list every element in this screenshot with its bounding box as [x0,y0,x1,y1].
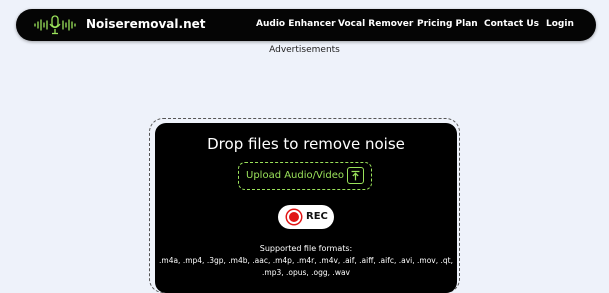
record-button-label: REC [306,211,328,222]
supported-formats-list-line2: .mp3, .opus, .ogg, .wav [262,268,350,277]
brand-name[interactable]: Noiseremoval.net [86,17,206,31]
record-dot-icon [287,210,301,224]
drop-zone-title: Drop files to remove noise [207,135,405,153]
upload-button-label: Upload Audio/Video [246,170,345,181]
top-navbar: Noiseremoval.net Audio Enhancer Vocal Re… [16,9,596,41]
upload-audio-video-button[interactable]: Upload Audio/Video [238,162,372,190]
supported-formats-title: Supported file formats: [259,244,353,253]
nav-contact-us[interactable]: Contact Us [484,19,539,29]
record-button[interactable]: REC [278,205,334,229]
upload-arrow-icon [347,167,364,184]
nav-audio-enhancer[interactable]: Audio Enhancer [256,19,336,29]
advertisements-label: Advertisements [269,45,340,55]
nav-login[interactable]: Login [546,19,574,29]
supported-formats-list-line1: .m4a, .mp4, .3gp, .m4b, .aac, .m4p, .m4r… [159,256,453,265]
microphone-waveform-logo-icon[interactable] [33,15,77,35]
nav-pricing-plan[interactable]: Pricing Plan [417,19,478,29]
nav-vocal-remover[interactable]: Vocal Remover [338,19,413,29]
